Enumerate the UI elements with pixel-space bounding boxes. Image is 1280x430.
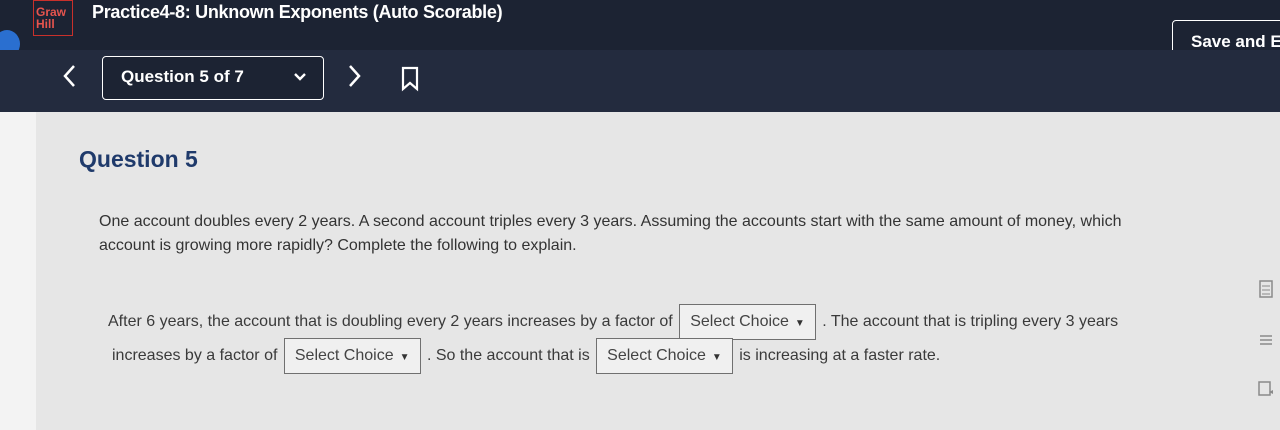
bookmark-icon[interactable] (400, 66, 420, 92)
logo-line-2: Hill (36, 17, 55, 31)
factor-doubling-select-value: Select Choice (690, 313, 789, 330)
assignment-title: Practice4-8: Unknown Exponents (Auto Sco… (92, 2, 503, 22)
notes-icon[interactable] (1255, 380, 1277, 398)
faster-account-select[interactable]: Select Choice ▼ (596, 338, 733, 374)
chevron-left-icon[interactable] (60, 62, 82, 92)
chevron-down-icon: ▼ (399, 352, 410, 363)
faster-account-select-value: Select Choice (607, 347, 706, 364)
answer-text-3: increases by a factor of (112, 347, 278, 364)
left-rail (0, 112, 36, 430)
factor-tripling-select-value: Select Choice (294, 347, 394, 364)
chevron-down-icon: ▼ (711, 352, 722, 363)
chevron-right-icon[interactable] (344, 62, 366, 92)
chevron-down-icon: ▼ (794, 318, 805, 329)
answer-text-1: After 6 years, the account that is doubl… (108, 313, 673, 330)
chevron-down-icon (293, 69, 307, 85)
right-tool-rail (1255, 280, 1280, 410)
menu-icon[interactable] (1255, 332, 1277, 350)
factor-tripling-select[interactable]: Select Choice ▼ (283, 338, 421, 374)
question-selector[interactable]: Question 5 of 7 (102, 56, 324, 100)
question-heading: Question 5 (79, 146, 198, 172)
factor-doubling-select[interactable]: Select Choice ▼ (679, 304, 816, 340)
answer-line-1: After 6 years, the account that is doubl… (108, 304, 1118, 340)
mcgraw-hill-logo: Graw Hill (33, 0, 73, 36)
answer-text-4: . So the account that is (426, 347, 590, 364)
question-selector-label: Question 5 of 7 (121, 67, 244, 86)
answer-line-2: increases by a factor of Select Choice ▼ … (112, 338, 940, 374)
question-prompt: One account doubles every 2 years. A sec… (99, 213, 1122, 254)
calculator-icon[interactable] (1255, 280, 1277, 298)
answer-text-5: is increasing at a faster rate. (739, 347, 941, 364)
answer-text-2: . The account that is tripling every 3 y… (822, 313, 1119, 330)
